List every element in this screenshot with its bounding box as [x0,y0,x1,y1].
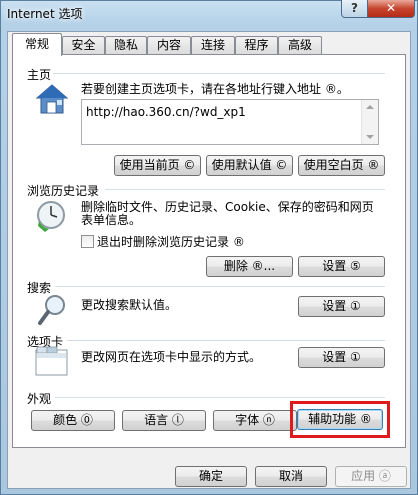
languages-button[interactable]: 语言 ⓛ [122,410,206,431]
apply-button[interactable]: 应用 ⓐ [335,466,407,487]
colors-button[interactable]: 颜色 ⓪ [31,410,115,431]
internet-options-window: Internet 选项 ? ✕ 常规 安全 隐私 内容 连接 程序 高级 主页 … [0,0,418,495]
homepage-address-textarea[interactable]: http://hao.360.cn/?wd_xp1 [81,99,379,145]
tabs-window-icon [35,346,68,376]
delete-on-exit-checkbox[interactable] [81,235,94,248]
magnifier-icon [38,295,65,325]
tabs-settings-button[interactable]: 设置 ① [298,347,385,368]
use-blank-button[interactable]: 使用空白页 ® [298,155,385,176]
use-current-button[interactable]: 使用当前页 © [114,155,201,176]
tab-connections[interactable]: 连接 [191,36,235,54]
appearance-section-label: 外观 [27,392,52,406]
title-bar[interactable]: Internet 选项 ? ✕ [1,0,417,27]
textarea-scrollbar[interactable] [361,100,378,144]
history-description-line2: 表单信息。 [81,213,142,227]
search-divider [55,286,385,287]
close-icon: ✕ [385,1,397,15]
tabs-section-divider [67,340,385,341]
fonts-button[interactable]: 字体 ⓝ [213,410,297,431]
homepage-instruction: 若要创建主页选项卡，请在各地址行键入地址 ®。 [81,82,349,96]
cancel-button[interactable]: 取消 [255,466,327,487]
homepage-divider [53,73,385,74]
window-title: Internet 选项 [7,7,83,21]
clock-icon [37,201,65,232]
house-icon [35,84,69,114]
accessibility-highlight-box [290,401,390,438]
delete-history-button[interactable]: 删除 ®... [206,256,293,277]
delete-on-exit-label[interactable]: 退出时删除浏览历史记录 ® [97,236,245,249]
ok-button[interactable]: 确定 [175,466,247,487]
close-button[interactable]: ✕ [367,0,415,18]
tabs-description: 更改网页在选项卡中显示的方式。 [81,350,262,364]
help-icon: ? [351,1,358,15]
history-divider [105,189,385,190]
appearance-divider [55,397,385,398]
homepage-section-label: 主页 [27,68,52,82]
tab-security[interactable]: 安全 [62,36,105,54]
search-description: 更改搜索默认值。 [81,298,178,312]
homepage-address-value: http://hao.360.cn/?wd_xp1 [86,105,246,119]
use-default-button[interactable]: 使用默认值 © [206,155,293,176]
scroll-up-arrow-icon[interactable] [366,105,374,109]
scroll-down-arrow-icon[interactable] [366,135,374,139]
history-settings-button[interactable]: 设置 ⑤ [298,256,385,277]
tab-content[interactable]: 内容 [147,36,191,54]
search-settings-button[interactable]: 设置 ① [298,296,385,317]
history-section-label: 浏览历史记录 [27,184,100,198]
tab-programs[interactable]: 程序 [235,36,278,54]
tab-general[interactable]: 常规 [12,33,62,56]
tab-privacy[interactable]: 隐私 [105,36,147,54]
tab-advanced[interactable]: 高级 [278,36,322,54]
help-button[interactable]: ? [341,0,368,18]
